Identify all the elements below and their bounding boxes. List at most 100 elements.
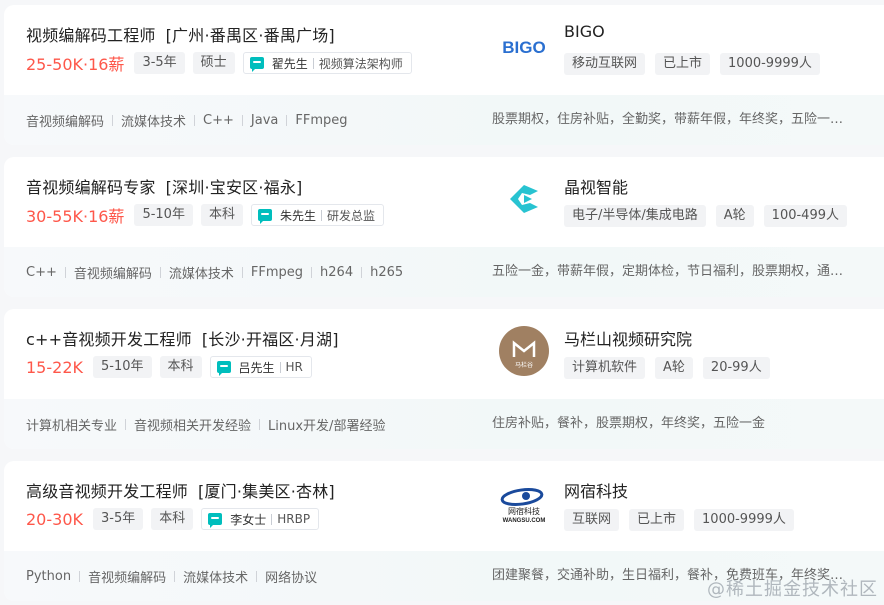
company-tags: 电子/半导体/集成电路 A轮 100-499人 — [564, 205, 857, 227]
job-title[interactable]: 视频编解码工程师 [广州·番禺区·番禺广场] — [26, 22, 335, 46]
job-meta: 20-30K 3-5年 本科 李女士 HRBP — [26, 507, 320, 531]
company-name[interactable]: 马栏山视频研究院 — [564, 326, 692, 350]
skill-tags: 音视频编解码 流媒体技术 C++ Java FFmpeg — [26, 95, 348, 145]
wangsu-logo-icon: 网宿科技 WANGSU.COM — [496, 475, 552, 531]
job-title[interactable]: c++音视频开发工程师 [长沙·开福区·月湖] — [26, 326, 339, 350]
divider — [241, 266, 243, 278]
divider — [79, 570, 81, 582]
recruiter-name: 翟先生 — [271, 56, 308, 71]
company-tags: 计算机软件 A轮 20-99人 — [564, 357, 780, 379]
experience-tag: 3-5年 — [92, 508, 144, 530]
divider — [311, 266, 313, 278]
skill-tag: Python — [26, 568, 72, 584]
skill-tag: C++ — [203, 112, 234, 128]
skill-tag: Java — [250, 112, 279, 128]
recruiter-title: HRBP — [277, 512, 311, 526]
skill-tag: 流媒体技术 — [121, 114, 187, 130]
divider — [286, 114, 288, 126]
divider — [112, 114, 114, 126]
benefits: 住房补贴，餐补，股票期权，年终奖，五险一金 — [492, 416, 766, 431]
job-card[interactable]: 音视频编解码专家 [深圳·宝安区·福永] 30-55K·16薪 5-10年 本科 … — [4, 157, 884, 297]
job-title-text: 视频编解码工程师 — [26, 26, 156, 45]
job-card[interactable]: 视频编解码工程师 [广州·番禺区·番禺广场] 25-50K·16薪 3-5年 硕士… — [4, 5, 884, 145]
recruiter-badge[interactable]: 吕先生 HR — [209, 356, 312, 378]
company-stage: 已上市 — [655, 53, 711, 75]
skill-tag: 流媒体技术 — [168, 266, 234, 282]
logo-text: BIGO — [502, 38, 545, 57]
company-tags: 互联网 已上市 1000-9999人 — [564, 509, 804, 531]
divider — [271, 513, 273, 525]
company-size: 100-499人 — [763, 205, 847, 227]
job-title[interactable]: 高级音视频开发工程师 [厦门·集美区·杏林] — [26, 478, 335, 502]
job-card[interactable]: c++音视频开发工程师 [长沙·开福区·月湖] 15-22K 5-10年 本科 吕… — [4, 309, 884, 449]
company-stage: A轮 — [655, 357, 693, 379]
job-meta: 25-50K·16薪 3-5年 硕士 翟先生 视频算法架构师 — [26, 51, 412, 75]
skill-tags: 计算机相关专业 音视频相关开发经验 Linux开发/部署经验 — [26, 399, 385, 449]
recruiter-title: HR — [285, 360, 303, 374]
recruiter-badge[interactable]: 李女士 HRBP — [201, 508, 320, 530]
malanshan-logo-icon: 马栏谷 — [496, 323, 552, 379]
job-location: [厦门·集美区·杏林] — [198, 482, 335, 501]
skill-tag: FFmpeg — [250, 264, 304, 280]
recruiter-name: 朱先生 — [279, 208, 316, 223]
skill-tags: C++ 音视频编解码 流媒体技术 FFmpeg h264 h265 — [26, 247, 403, 297]
company-tags: 移动互联网 已上市 1000-9999人 — [564, 53, 830, 75]
divider — [64, 266, 66, 278]
company-industry: 计算机软件 — [564, 357, 646, 379]
job-location: [长沙·开福区·月湖] — [201, 330, 339, 349]
job-title-text: 高级音视频开发工程师 — [26, 482, 189, 501]
experience-tag: 5-10年 — [92, 356, 152, 378]
skill-tag: 流媒体技术 — [183, 570, 249, 586]
company-name[interactable]: 晶视智能 — [564, 174, 628, 198]
divider — [194, 114, 196, 126]
sophgo-logo-icon — [496, 171, 552, 227]
chat-icon — [257, 209, 272, 224]
divider — [125, 418, 127, 430]
company-stage: A轮 — [715, 205, 754, 227]
job-title-text: 音视频编解码专家 — [26, 178, 156, 197]
salary: 25-50K·16薪 — [26, 55, 125, 74]
company-size: 20-99人 — [702, 357, 770, 379]
divider — [241, 114, 243, 126]
salary: 30-55K·16薪 — [26, 207, 125, 226]
logo-text: 马栏谷 — [515, 361, 533, 369]
bigo-logo-icon: BIGO — [496, 19, 552, 75]
company-name[interactable]: BIGO — [564, 22, 605, 41]
divider — [256, 570, 258, 582]
job-title[interactable]: 音视频编解码专家 [深圳·宝安区·福永] — [26, 174, 302, 198]
skill-tag: C++ — [26, 264, 57, 280]
recruiter-badge[interactable]: 朱先生 研发总监 — [250, 204, 384, 226]
company-size: 1000-9999人 — [694, 509, 794, 531]
benefits: 五险一金，带薪年假，定期体检，节日福利，股票期权，通讯补贴 — [492, 264, 844, 279]
skill-tag: 网络协议 — [265, 570, 318, 586]
experience-tag: 5-10年 — [134, 204, 193, 226]
education-tag: 本科 — [159, 356, 202, 378]
company-logo[interactable]: 网宿科技 WANGSU.COM — [496, 475, 552, 531]
salary: 15-22K — [26, 357, 83, 377]
skill-tag: FFmpeg — [295, 112, 348, 128]
education-tag: 本科 — [151, 508, 194, 530]
skill-tag: 音视频相关开发经验 — [134, 418, 252, 434]
company-size: 1000-9999人 — [720, 53, 820, 75]
recruiter-name: 李女士 — [230, 512, 267, 527]
job-location: [深圳·宝安区·福永] — [165, 178, 303, 197]
company-stage: 已上市 — [629, 509, 685, 531]
divider — [320, 209, 322, 221]
skill-tag: Linux开发/部署经验 — [268, 418, 386, 434]
recruiter-badge[interactable]: 翟先生 视频算法架构师 — [242, 52, 412, 74]
company-logo[interactable]: BIGO — [496, 19, 552, 75]
education-tag: 硕士 — [192, 52, 235, 74]
skill-tags: Python 音视频编解码 流媒体技术 网络协议 — [26, 551, 317, 601]
card-footer: C++ 音视频编解码 流媒体技术 FFmpeg h264 h265 五险一金，带… — [4, 247, 884, 297]
company-name[interactable]: 网宿科技 — [564, 478, 628, 502]
divider — [159, 266, 161, 278]
skill-tag: 音视频编解码 — [88, 570, 167, 586]
experience-tag: 3-5年 — [134, 52, 185, 74]
education-tag: 本科 — [200, 204, 243, 226]
company-logo[interactable] — [496, 171, 552, 227]
job-location: [广州·番禺区·番禺广场] — [165, 26, 335, 45]
job-list: 视频编解码工程师 [广州·番禺区·番禺广场] 25-50K·16薪 3-5年 硕士… — [0, 0, 884, 605]
chat-icon — [216, 361, 231, 376]
chat-icon — [249, 57, 264, 72]
company-logo[interactable]: 马栏谷 — [496, 323, 552, 379]
